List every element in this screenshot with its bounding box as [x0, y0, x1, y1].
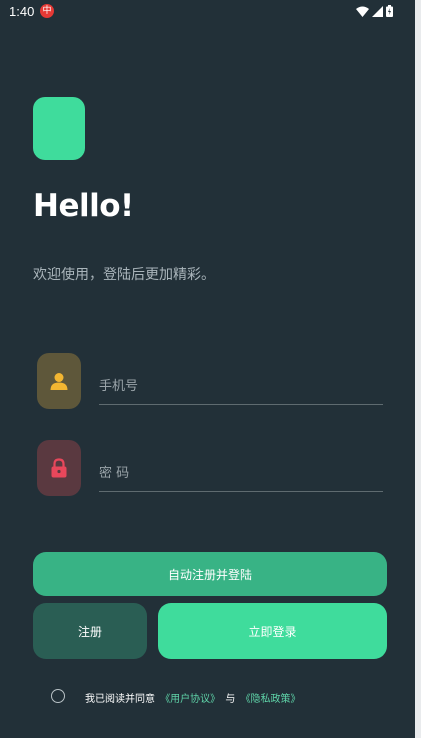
user-agreement-link[interactable]: 《用户协议》 [160, 694, 220, 705]
register-button[interactable]: 注册 [33, 603, 147, 659]
signal-icon [372, 5, 383, 17]
status-bar: 1:40 中 [0, 0, 415, 24]
agreement-radio[interactable] [51, 689, 65, 703]
agreement-conjunction: 与 [225, 694, 236, 705]
auto-register-login-button[interactable]: 自动注册并登陆 [33, 552, 387, 596]
status-icons [356, 5, 393, 17]
login-screen: 1:40 中 Hello! 欢迎使用，登陆后更加精彩。 手机号 自动注册并登陆 … [0, 0, 415, 738]
welcome-text: 欢迎使用，登陆后更加精彩。 [33, 267, 215, 283]
wifi-icon [356, 6, 369, 17]
password-input[interactable] [99, 455, 383, 492]
phone-icon-box [37, 353, 81, 409]
agreement-prefix: 我已阅读并同意 [85, 694, 155, 705]
phone-input[interactable] [99, 368, 383, 405]
agreement-text: 我已阅读并同意 《用户协议》 与 《隐私政策》 [85, 690, 303, 705]
login-button[interactable]: 立即登录 [158, 603, 387, 659]
greeting-title: Hello! [33, 188, 134, 224]
lock-icon [51, 458, 67, 478]
password-icon-box [37, 440, 81, 496]
battery-icon [386, 5, 393, 17]
app-logo [33, 97, 85, 160]
background-strip [415, 0, 421, 738]
status-time: 1:40 [9, 4, 35, 19]
user-icon [50, 373, 68, 390]
app-notification-icon: 中 [40, 4, 54, 18]
privacy-policy-link[interactable]: 《隐私政策》 [241, 694, 301, 705]
